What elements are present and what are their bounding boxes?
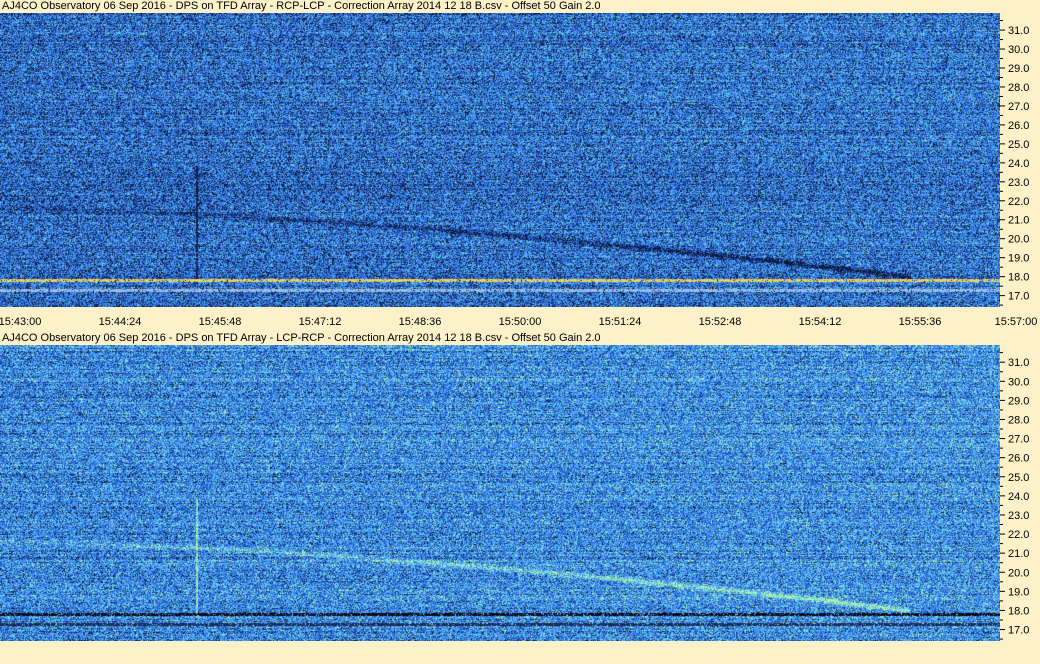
frequency-axis-bottom: 17.0 18.0 19.0 20.0 21.0 22.0 23.0 24.0 25.0 26.0… bbox=[1000, 345, 1040, 641]
frequency-tick-label: 28.0 bbox=[1008, 414, 1029, 426]
frequency-tick-label: 28.0 bbox=[1008, 82, 1029, 94]
frequency-tick-label: 27.0 bbox=[1008, 101, 1029, 113]
time-tick-label: 15:54:12 bbox=[798, 316, 842, 328]
frequency-tick-label: 25.0 bbox=[1008, 139, 1029, 151]
frequency-tick-label: 22.0 bbox=[1008, 196, 1029, 208]
frequency-tick-label: 20.0 bbox=[1008, 567, 1029, 579]
frequency-tick-label: 26.0 bbox=[1008, 453, 1029, 465]
frequency-tick-label: 18.0 bbox=[1008, 605, 1029, 617]
panel-title-rcp-lcp: AJ4CO Observatory 06 Sep 2016 - DPS on T… bbox=[2, 0, 601, 12]
time-tick-label: 15:45:48 bbox=[198, 316, 242, 328]
time-tick-label: 15:47:12 bbox=[298, 316, 342, 328]
frequency-tick-label: 17.0 bbox=[1008, 291, 1029, 303]
frequency-tick-label: 18.0 bbox=[1008, 272, 1029, 284]
panel-title-lcp-rcp: AJ4CO Observatory 06 Sep 2016 - DPS on T… bbox=[2, 332, 601, 344]
time-tick-label: 15:55:36 bbox=[898, 316, 942, 328]
time-tick-label: 15:44:24 bbox=[98, 316, 142, 328]
frequency-tick-label: 31.0 bbox=[1008, 357, 1029, 369]
spectrogram-rcp-lcp[interactable] bbox=[0, 13, 1000, 307]
frequency-tick-label: 30.0 bbox=[1008, 376, 1029, 388]
time-tick-label: 15:43:00 bbox=[0, 316, 42, 328]
time-tick-label: 15:57:00 bbox=[994, 316, 1038, 328]
frequency-tick-label: 29.0 bbox=[1008, 63, 1029, 75]
frequency-tick-label: 24.0 bbox=[1008, 158, 1029, 170]
time-tick-label: 15:50:00 bbox=[498, 316, 542, 328]
spectrogram-lcp-rcp[interactable] bbox=[0, 345, 1000, 641]
frequency-tick-label: 21.0 bbox=[1008, 215, 1029, 227]
frequency-tick-label: 27.0 bbox=[1008, 434, 1029, 446]
frequency-tick-label: 21.0 bbox=[1008, 548, 1029, 560]
frequency-tick-label: 24.0 bbox=[1008, 491, 1029, 503]
frequency-tick-label: 23.0 bbox=[1008, 510, 1029, 522]
bottom-status-strip bbox=[0, 641, 1040, 664]
frequency-axis-top: 17.0 18.0 19.0 20.0 21.0 22.0 23.0 24.0 25.0 26.0… bbox=[1000, 13, 1040, 307]
frequency-tick-label: 25.0 bbox=[1008, 472, 1029, 484]
spectrogram-canvas-lcp-rcp bbox=[0, 345, 1000, 641]
frequency-tick-label: 19.0 bbox=[1008, 253, 1029, 265]
time-tick-label: 15:51:24 bbox=[598, 316, 642, 328]
time-tick-label: 15:52:48 bbox=[698, 316, 742, 328]
frequency-tick-label: 19.0 bbox=[1008, 586, 1029, 598]
frequency-tick-label: 20.0 bbox=[1008, 234, 1029, 246]
frequency-tick-label: 17.0 bbox=[1008, 625, 1029, 637]
time-tick-label: 15:48:36 bbox=[398, 316, 442, 328]
frequency-tick-label: 29.0 bbox=[1008, 395, 1029, 407]
frequency-tick-label: 30.0 bbox=[1008, 44, 1029, 56]
frequency-tick-label: 26.0 bbox=[1008, 120, 1029, 132]
spectrogram-canvas-rcp-lcp bbox=[0, 13, 1000, 307]
time-axis: 15:43:00 15:44:24 15:45:48 15:47:12 15:48:36… bbox=[0, 307, 1040, 332]
frequency-tick-label: 23.0 bbox=[1008, 177, 1029, 189]
frequency-tick-label: 22.0 bbox=[1008, 529, 1029, 541]
frequency-tick-label: 31.0 bbox=[1008, 25, 1029, 37]
